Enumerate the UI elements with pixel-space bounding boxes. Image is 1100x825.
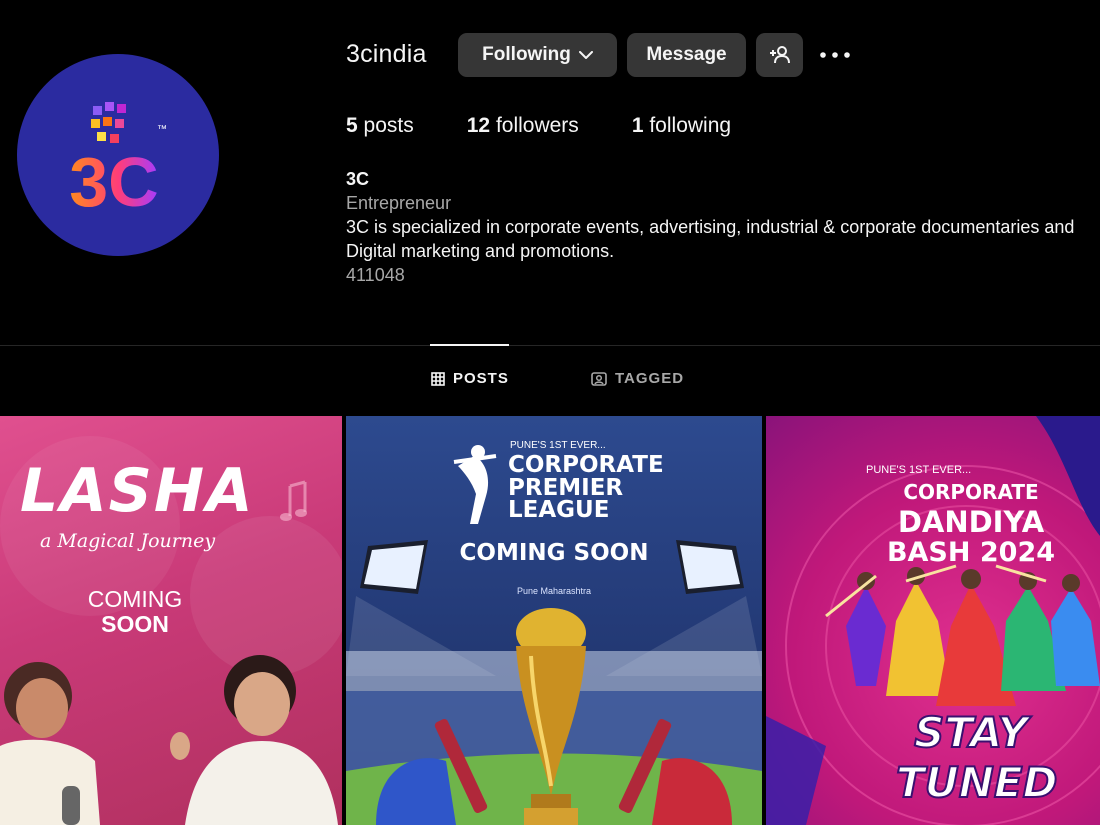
- following-button[interactable]: Following: [458, 33, 617, 77]
- following-count: 1: [631, 114, 644, 137]
- add-user-icon: [769, 46, 790, 64]
- post-tile-2[interactable]: PUNE'S 1ST EVER... CORPORATE PREMIER LEA…: [346, 416, 762, 825]
- profile-avatar[interactable]: 3C ™: [17, 54, 219, 256]
- post-3-title-3: BASH 2024: [886, 537, 1056, 568]
- active-tab-indicator: [430, 344, 509, 346]
- post-2-title-3: LEAGUE: [508, 497, 610, 523]
- more-options-button[interactable]: [818, 40, 852, 70]
- suggest-users-button[interactable]: [756, 33, 803, 77]
- post-2-title-1: CORPORATE: [508, 452, 664, 478]
- message-button[interactable]: Message: [627, 33, 746, 77]
- profile-bio: 3C Entrepreneur 3C is specialized in cor…: [346, 167, 1100, 287]
- followers-count: 12: [466, 114, 491, 137]
- post-3-kicker: PUNE'S 1ST EVER...: [866, 464, 972, 476]
- post-2-location: Pune Maharashtra: [516, 586, 592, 596]
- post-tile-3[interactable]: PUNE'S 1ST EVER... CORPORATE DANDIYA BAS…: [766, 416, 1100, 825]
- post-2-banner: COMING SOON: [459, 540, 649, 566]
- post-3-tag-1: STAY: [913, 707, 1029, 758]
- post-1-subtitle: a Magical Journey: [40, 530, 216, 552]
- profile-stats: 5 posts 12 followers 1 following: [346, 114, 784, 138]
- following-label: following: [649, 114, 732, 137]
- 3c-logo: 3C ™: [69, 102, 167, 221]
- post-tile-1[interactable]: LASHA a Magical Journey COMING SOON: [0, 416, 342, 825]
- post-1-title: LASHA: [20, 456, 255, 526]
- bio-line-3: 411048: [346, 265, 405, 285]
- tab-posts[interactable]: POSTS: [431, 370, 509, 387]
- tabs-divider: [0, 345, 1100, 346]
- logo-tm: ™: [157, 124, 167, 135]
- chevron-down-icon: [578, 50, 593, 59]
- posts-label: posts: [363, 114, 414, 137]
- bio-category: Entrepreneur: [346, 193, 452, 213]
- bio-line-2: Digital marketing and promotions.: [346, 241, 615, 261]
- following-button-label: Following: [482, 44, 571, 65]
- logo-text: 3C: [69, 143, 158, 221]
- dancers-illustration: [825, 564, 1100, 706]
- tab-tagged[interactable]: TAGGED: [591, 370, 684, 387]
- post-1-line-1: COMING: [87, 586, 183, 612]
- logo-cubes: [91, 102, 126, 143]
- grid-icon: [431, 371, 445, 386]
- tagged-icon: [591, 372, 607, 386]
- followers-stat[interactable]: 12 followers: [467, 114, 579, 138]
- posts-count: 5: [346, 114, 358, 137]
- tab-posts-label: POSTS: [453, 370, 509, 387]
- followers-label: followers: [495, 114, 579, 137]
- posts-stat: 5 posts: [346, 114, 414, 138]
- post-2-kicker: PUNE'S 1ST EVER...: [510, 440, 606, 451]
- bio-line-1: 3C is specialized in corporate events, a…: [346, 217, 1075, 237]
- post-3-tag-2: TUNED: [895, 757, 1058, 808]
- following-stat[interactable]: 1 following: [632, 114, 731, 138]
- more-icon: [820, 52, 850, 58]
- bio-name: 3C: [346, 169, 370, 189]
- post-3-title-2: DANDIYA: [897, 505, 1045, 539]
- post-1-line-2: SOON: [101, 611, 169, 637]
- tab-tagged-label: TAGGED: [615, 370, 685, 387]
- post-3-title-1: CORPORATE: [903, 480, 1039, 504]
- batsman-logo: [453, 445, 497, 524]
- message-button-label: Message: [646, 44, 727, 65]
- profile-username: 3cindia: [346, 40, 427, 68]
